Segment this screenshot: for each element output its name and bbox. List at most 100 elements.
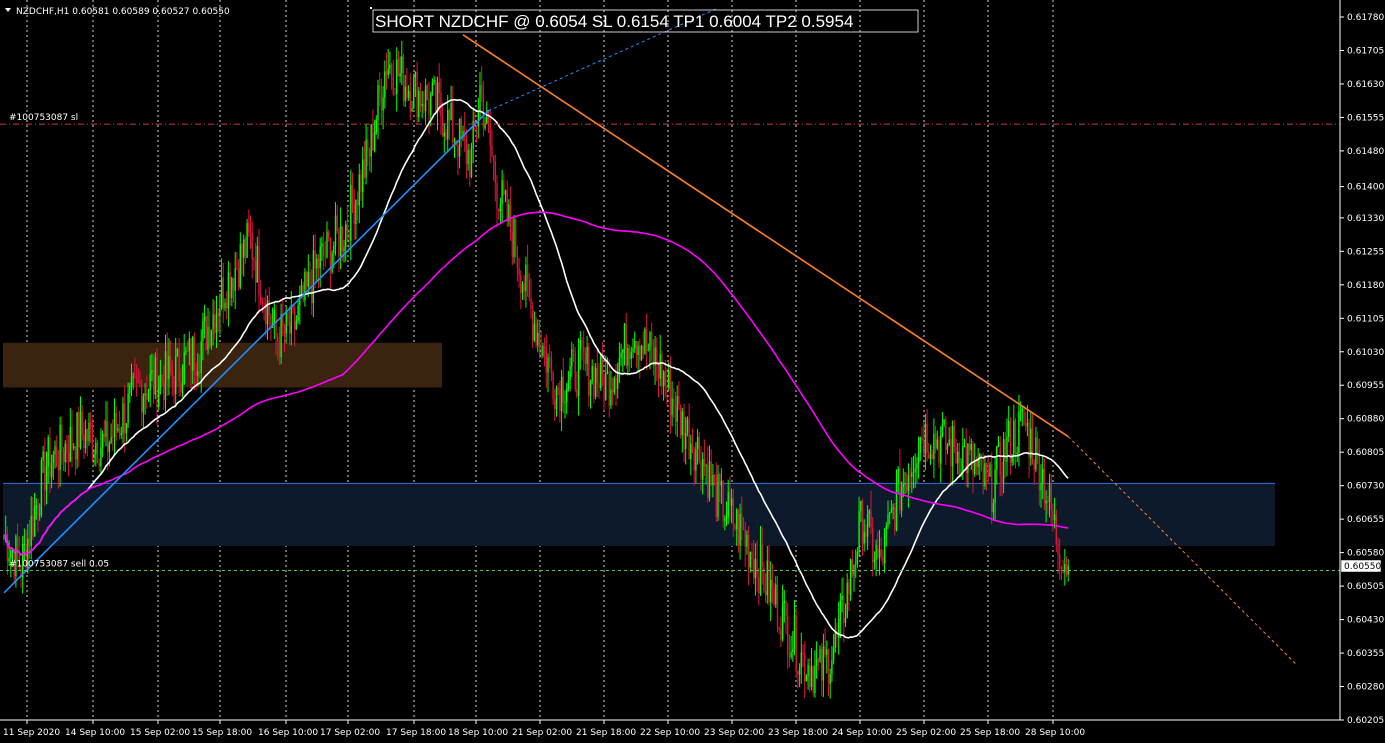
candle-body (312, 250, 315, 304)
candle-body (39, 514, 41, 516)
candle-body (197, 371, 199, 376)
candle-body (605, 372, 607, 400)
candle-body (73, 446, 75, 448)
candle-body (35, 505, 37, 509)
candle-body (263, 302, 265, 304)
candle-body (637, 345, 639, 355)
candle-body (209, 326, 211, 347)
candle-body (715, 475, 717, 517)
candle-body (545, 348, 547, 373)
candle-body (294, 308, 296, 330)
candle-body (817, 659, 819, 662)
candle-body (173, 376, 175, 395)
candle-body (688, 419, 690, 459)
candle-body (685, 432, 687, 449)
candle-body (754, 558, 757, 579)
candle-body (586, 346, 588, 364)
candle-body (134, 376, 136, 378)
candle-body (644, 329, 646, 354)
candle-body (62, 452, 65, 463)
candle-body (397, 59, 400, 77)
candle-body (146, 393, 148, 401)
y-tick-label: 0.61330 (1347, 214, 1384, 224)
candle-body (246, 223, 248, 258)
candle-body (394, 94, 396, 95)
candle-body (627, 348, 629, 366)
candle-body (438, 82, 440, 93)
candle-body (207, 326, 209, 350)
candle-body (552, 372, 554, 400)
candle-body (419, 91, 422, 107)
candle-body (579, 340, 581, 350)
candle-body (69, 426, 71, 462)
candle-body (180, 381, 182, 393)
candle-body (916, 463, 918, 469)
candle-body (164, 351, 167, 401)
symbol-info-text: NZDCHF,H1 0.60581 0.60589 0.60527 0.6055… (16, 7, 230, 17)
candle-body (351, 185, 354, 204)
candle-body (805, 675, 808, 682)
candle-body (931, 454, 933, 460)
candle-body (67, 453, 70, 462)
candle-body (596, 367, 598, 383)
candle-body (52, 454, 54, 463)
candle-body (526, 264, 529, 281)
candle-body (773, 588, 775, 605)
candle-body (943, 419, 945, 425)
trade-title: SHORT NZDCHF @ 0.6054 SL 0.6154 TP1 0.60… (375, 12, 853, 31)
candle-body (890, 509, 893, 513)
candle-body (987, 473, 989, 477)
candle-body (669, 370, 672, 416)
anchor-point (370, 7, 372, 9)
candle-body (885, 525, 887, 530)
candle-body (428, 99, 430, 115)
candle-body (778, 627, 780, 630)
candle-body (399, 73, 401, 77)
candle-body (856, 552, 859, 564)
price-chart[interactable]: #100753087 sl #100753087 sell 0.05 0.617… (0, 0, 1385, 743)
candle-body (341, 225, 343, 252)
candle-body (176, 349, 179, 357)
candle-body (501, 180, 503, 204)
symbol-info[interactable]: NZDCHF,H1 0.60581 0.60589 0.60527 0.6055… (5, 7, 230, 17)
supply-zone[interactable] (3, 342, 442, 388)
candle-body (917, 453, 920, 464)
candle-body (224, 302, 226, 309)
candle-body (1043, 468, 1046, 504)
candle-body (686, 419, 689, 433)
candle-body (212, 314, 214, 330)
candle-body (895, 483, 898, 531)
candle-body (525, 264, 527, 292)
candle-body (380, 93, 383, 111)
candle-body (938, 439, 940, 464)
candle-body (333, 245, 335, 253)
candle-body (921, 437, 923, 441)
candle-body (181, 383, 184, 393)
candle-body (834, 631, 836, 648)
candle-body (396, 59, 398, 95)
x-tick-label: 16 Sep 10:00 (258, 728, 318, 738)
candle-body (625, 323, 627, 366)
candle-body (737, 509, 740, 546)
candle-body (764, 591, 767, 596)
x-tick-label: 22 Sep 10:00 (640, 728, 700, 738)
candle-body (195, 370, 197, 376)
candle-body (232, 278, 235, 291)
candle-body (217, 313, 219, 316)
candle-body (518, 267, 520, 276)
candle-body (936, 439, 938, 449)
candle-body (511, 232, 513, 257)
candle-body (547, 357, 549, 373)
candle-body (489, 124, 491, 146)
candle-body (215, 313, 218, 334)
candle-body (642, 346, 644, 354)
candle-body (268, 300, 270, 316)
candle-body (911, 472, 913, 477)
candle-body (1055, 514, 1057, 545)
x-tick-label: 17 Sep 18:00 (386, 728, 446, 738)
candle-body (678, 395, 680, 405)
demand-zone[interactable] (3, 483, 1275, 546)
candle-body (448, 110, 451, 121)
candle-body (392, 76, 394, 95)
candle-body (567, 380, 570, 389)
